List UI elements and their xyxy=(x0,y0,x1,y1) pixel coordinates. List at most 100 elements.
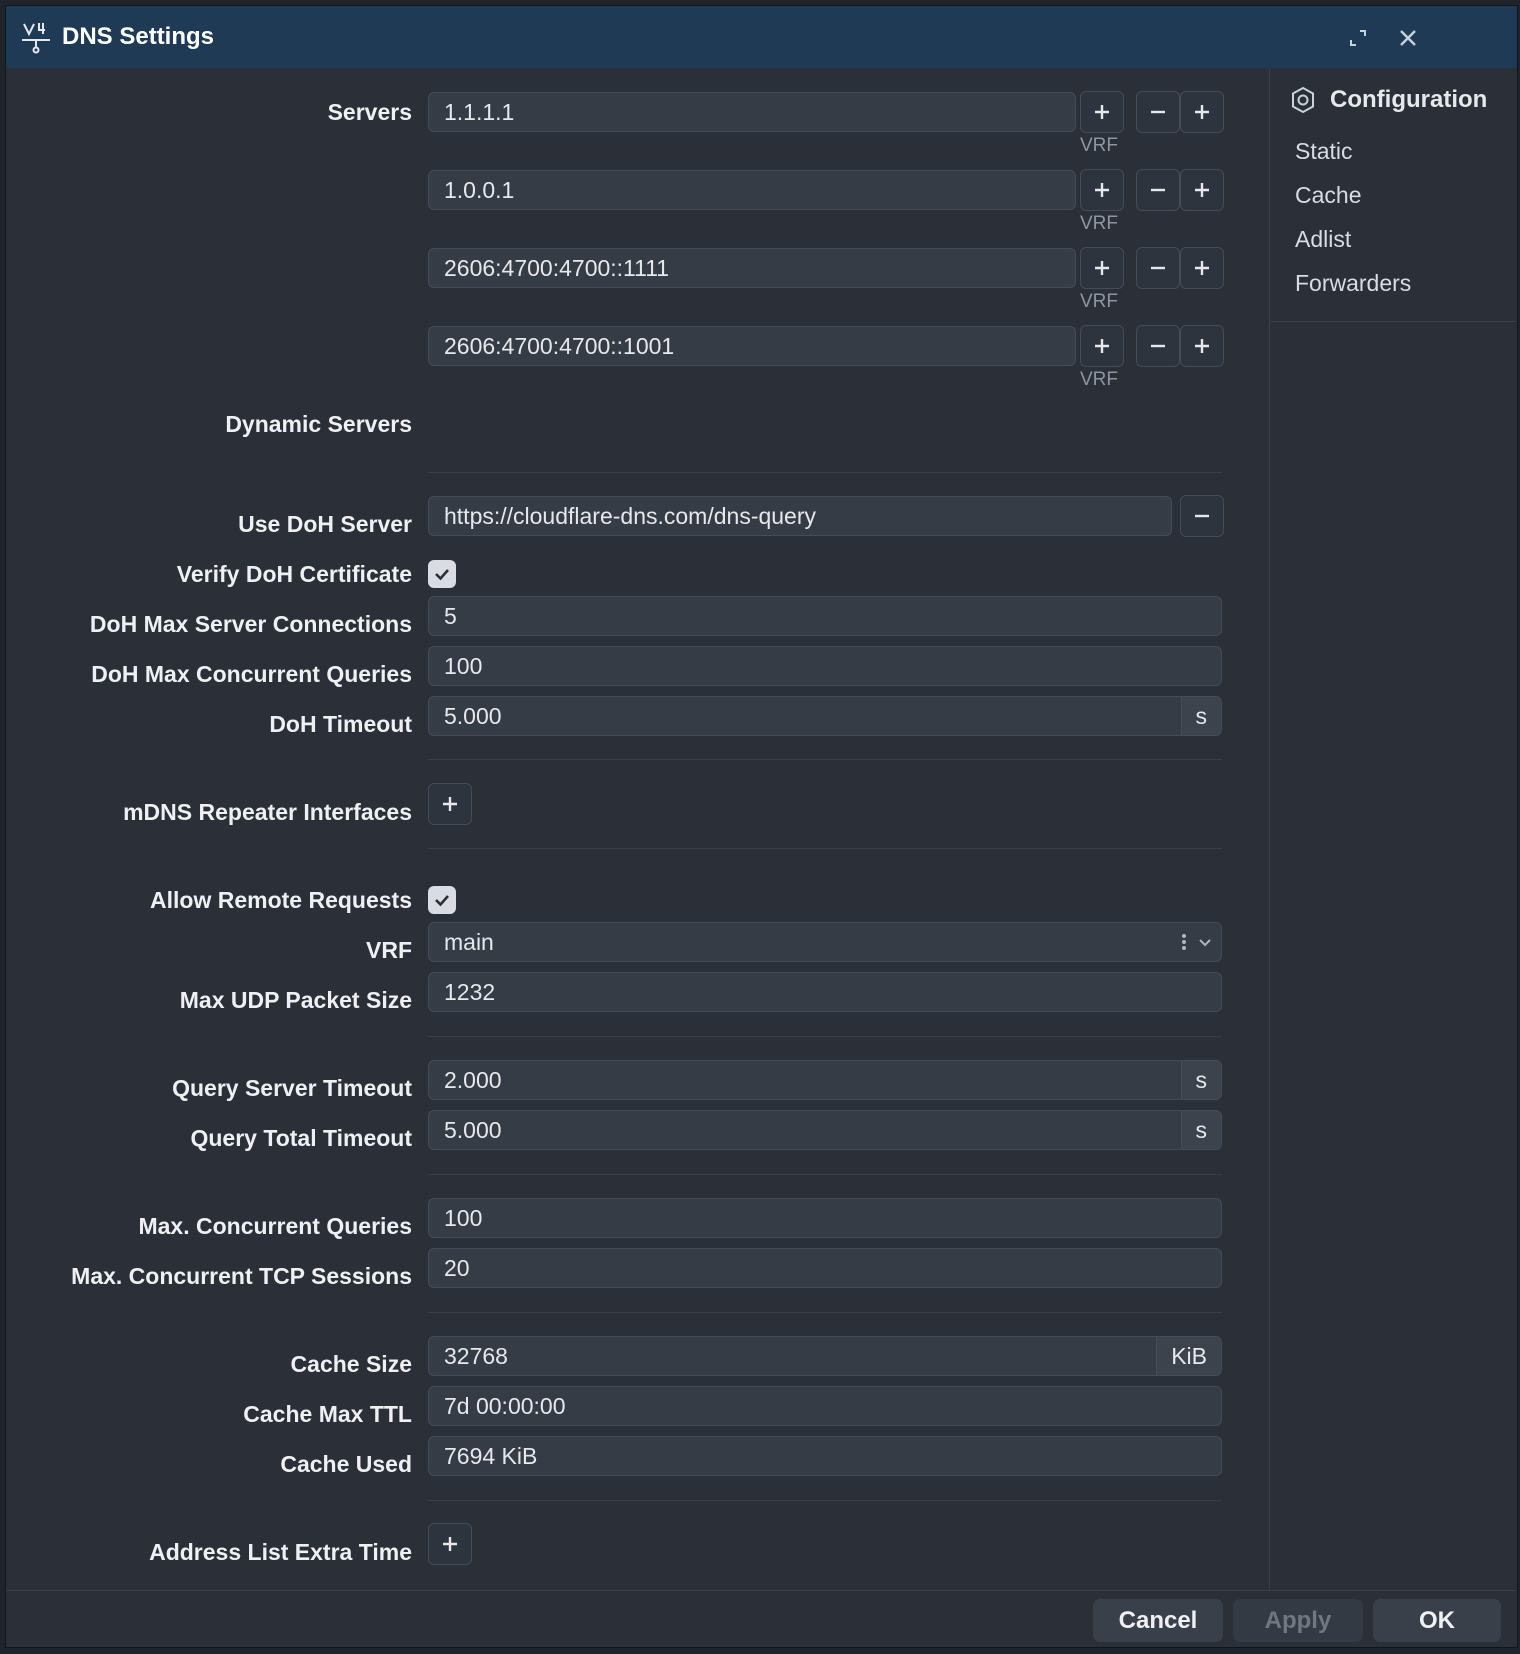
cancel-button[interactable]: Cancel xyxy=(1093,1599,1223,1642)
doh-max-connections-label: DoH Max Server Connections xyxy=(89,611,412,637)
add-server-button[interactable] xyxy=(1180,169,1224,211)
add-mdns-interface-button[interactable] xyxy=(428,783,472,825)
max-udp-input[interactable]: 1232 xyxy=(428,972,1222,1012)
max-concurrent-queries-label: Max. Concurrent Queries xyxy=(138,1213,412,1239)
cache-used-value: 7694 KiB xyxy=(428,1436,1222,1476)
server-vrf-add-button[interactable] xyxy=(1080,247,1124,289)
add-server-button[interactable] xyxy=(1180,91,1224,133)
server-input-3[interactable]: 2606:4700:4700::1111 xyxy=(428,248,1076,288)
allow-remote-checkbox[interactable] xyxy=(428,886,456,914)
vrf-value: main xyxy=(444,929,494,955)
query-total-timeout-input[interactable]: 5.000 s xyxy=(428,1110,1222,1150)
verify-doh-checkbox[interactable] xyxy=(428,560,456,588)
minus-icon xyxy=(1151,188,1165,192)
server-input-2[interactable]: 1.0.0.1 xyxy=(428,170,1076,210)
minus-icon xyxy=(1151,266,1165,270)
mdns-label: mDNS Repeater Interfaces xyxy=(123,799,412,825)
vrf-tag: VRF xyxy=(1080,369,1118,390)
query-server-timeout-label: Query Server Timeout xyxy=(172,1075,412,1101)
sidebar-item-cache[interactable]: Cache xyxy=(1295,182,1361,209)
server-input-4[interactable]: 2606:4700:4700::1001 xyxy=(428,326,1076,366)
max-tcp-sessions-label: Max. Concurrent TCP Sessions xyxy=(71,1263,412,1289)
cache-max-ttl-label: Cache Max TTL xyxy=(243,1401,412,1427)
minus-icon xyxy=(1151,344,1165,348)
doh-server-label: Use DoH Server xyxy=(238,511,412,537)
remove-server-button[interactable] xyxy=(1136,169,1180,211)
divider xyxy=(428,848,1222,849)
server-vrf-add-button[interactable] xyxy=(1080,91,1124,133)
query-total-timeout-value: 5.000 xyxy=(444,1117,502,1143)
configuration-icon xyxy=(1292,86,1314,114)
minus-icon xyxy=(1195,514,1209,518)
plus-icon xyxy=(1195,261,1209,275)
ok-button[interactable]: OK xyxy=(1373,1599,1501,1642)
unit-label: s xyxy=(1180,1061,1221,1099)
vrf-select[interactable]: main xyxy=(428,922,1222,962)
cache-size-value: 32768 xyxy=(444,1343,508,1369)
allow-remote-label: Allow Remote Requests xyxy=(150,887,412,913)
plus-icon xyxy=(1095,261,1109,275)
doh-server-input[interactable]: https://cloudflare-dns.com/dns-query xyxy=(428,496,1172,536)
remove-server-button[interactable] xyxy=(1136,247,1180,289)
address-list-extra-time-label: Address List Extra Time xyxy=(149,1539,412,1565)
max-udp-label: Max UDP Packet Size xyxy=(179,987,412,1013)
add-server-button[interactable] xyxy=(1180,247,1224,289)
remove-doh-server-button[interactable] xyxy=(1180,495,1224,537)
cache-size-input[interactable]: 32768 KiB xyxy=(428,1336,1222,1376)
unit-label: s xyxy=(1180,1111,1221,1149)
plus-icon xyxy=(1095,183,1109,197)
configuration-sidebar: Configuration Static Cache Adlist Forwar… xyxy=(1269,68,1517,1590)
dynamic-servers-label: Dynamic Servers xyxy=(225,411,412,437)
settings-form: Servers 1.1.1.1 VRF 1.0.0.1 VRF 2606:470… xyxy=(6,68,1269,1590)
divider xyxy=(428,1174,1222,1175)
servers-label: Servers xyxy=(327,99,412,125)
server-vrf-add-button[interactable] xyxy=(1080,325,1124,367)
doh-max-queries-input[interactable]: 100 xyxy=(428,646,1222,686)
more-options-icon[interactable] xyxy=(1181,933,1187,951)
doh-timeout-input[interactable]: 5.000 s xyxy=(428,696,1222,736)
divider xyxy=(428,1500,1222,1501)
vrf-tag: VRF xyxy=(1080,291,1118,312)
remove-server-button[interactable] xyxy=(1136,325,1180,367)
cache-max-ttl-input[interactable]: 7d 00:00:00 xyxy=(428,1386,1222,1426)
unit-label: KiB xyxy=(1156,1337,1221,1375)
divider xyxy=(428,1036,1222,1037)
sidebar-item-static[interactable]: Static xyxy=(1295,138,1353,165)
plus-icon xyxy=(1195,183,1209,197)
add-address-list-time-button[interactable] xyxy=(428,1523,472,1565)
server-vrf-add-button[interactable] xyxy=(1080,169,1124,211)
plus-icon xyxy=(443,797,457,811)
checkmark-icon xyxy=(435,569,449,581)
divider xyxy=(428,472,1222,473)
plus-icon xyxy=(443,1537,457,1551)
remove-server-button[interactable] xyxy=(1136,91,1180,133)
unit-label: s xyxy=(1180,697,1221,735)
doh-timeout-label: DoH Timeout xyxy=(269,711,412,737)
minus-icon xyxy=(1151,110,1165,114)
server-input-1[interactable]: 1.1.1.1 xyxy=(428,92,1076,132)
cache-size-label: Cache Size xyxy=(290,1351,412,1377)
vrf-tag: VRF xyxy=(1080,135,1118,156)
doh-timeout-value: 5.000 xyxy=(444,703,502,729)
query-server-timeout-value: 2.000 xyxy=(444,1067,502,1093)
sidebar-heading: Configuration xyxy=(1288,82,1487,118)
query-total-timeout-label: Query Total Timeout xyxy=(190,1125,412,1151)
max-tcp-sessions-input[interactable]: 20 xyxy=(428,1248,1222,1288)
divider xyxy=(428,1312,1222,1313)
plus-icon xyxy=(1195,339,1209,353)
window-title: DNS Settings xyxy=(62,23,215,50)
sidebar-item-adlist[interactable]: Adlist xyxy=(1295,226,1351,253)
doh-max-connections-input[interactable]: 5 xyxy=(428,596,1222,636)
sidebar-item-forwarders[interactable]: Forwarders xyxy=(1295,270,1411,297)
chevron-down-icon[interactable] xyxy=(1197,934,1213,950)
close-icon[interactable] xyxy=(1394,24,1422,52)
cache-used-label: Cache Used xyxy=(280,1451,412,1477)
add-server-button[interactable] xyxy=(1180,325,1224,367)
apply-button[interactable]: Apply xyxy=(1233,1599,1363,1642)
maximize-icon[interactable] xyxy=(1344,24,1372,52)
query-server-timeout-input[interactable]: 2.000 s xyxy=(428,1060,1222,1100)
dialog-footer: Cancel Apply OK xyxy=(6,1590,1517,1647)
plus-icon xyxy=(1195,105,1209,119)
sidebar-heading-label: Configuration xyxy=(1330,86,1488,113)
max-concurrent-queries-input[interactable]: 100 xyxy=(428,1198,1222,1238)
